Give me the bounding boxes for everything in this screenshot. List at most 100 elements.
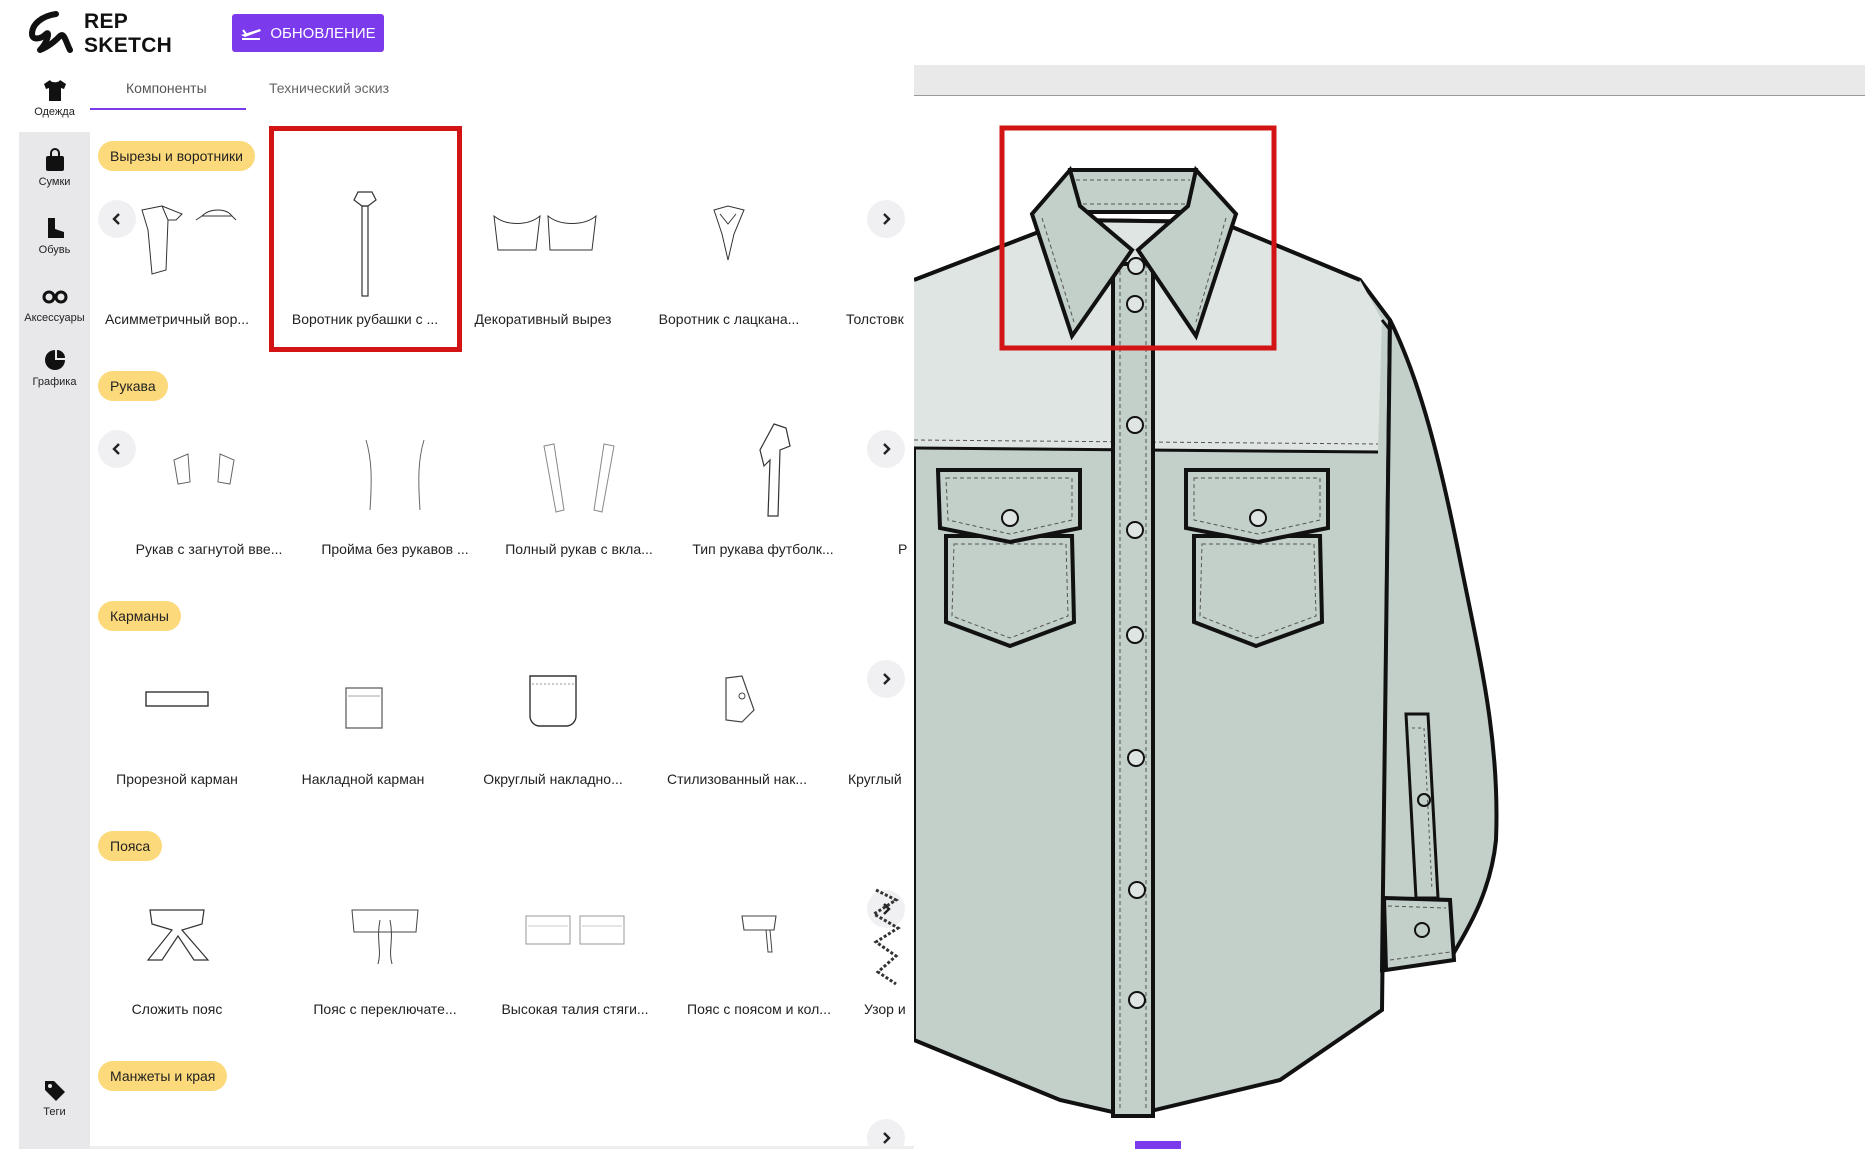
stylized-pocket-sketch [725, 675, 755, 723]
component-thumbnail [92, 875, 262, 995]
component-label: Высокая талия стяги... [501, 1001, 649, 1017]
component-label: Пояс с поясом и кол... [687, 1001, 831, 1017]
bag-icon [45, 148, 64, 171]
component-item[interactable]: Сложить пояс [92, 855, 262, 1035]
decorative-neckline-sketch [493, 214, 597, 251]
component-thumbnail [644, 185, 814, 305]
component-thumbnail [300, 875, 470, 995]
component-label: Тип рукава футболк... [692, 541, 834, 557]
component-label: Стилизованный нак... [667, 771, 807, 787]
component-item[interactable]: Рукав с загнутой вве... [124, 395, 294, 575]
tag-icon [44, 1081, 65, 1101]
drawstring-belt-sketch [351, 909, 419, 965]
component-label: Пройма без рукавов ... [321, 541, 469, 557]
component-label: Асимметричный вор... [104, 311, 250, 327]
component-label: Толстовк [846, 311, 904, 327]
component-thumbnail [92, 645, 262, 765]
component-item[interactable]: Толстовк [828, 165, 906, 345]
boot-icon [47, 218, 64, 238]
update-button-label: ОБНОВЛЕНИЕ [270, 24, 376, 42]
component-label: Декоративный вырез [474, 311, 612, 327]
palette-icon [44, 350, 65, 370]
component-item[interactable]: Округлый накладно... [468, 625, 638, 805]
rail-item-label: Аксессуары [24, 312, 85, 324]
component-thumbnail [458, 185, 628, 305]
component-item[interactable]: Декоративный вырез [458, 165, 628, 345]
rail-item-shoes[interactable]: Обувь [19, 216, 90, 256]
component-thumbnail [310, 415, 480, 535]
component-label: Полный рукав с вкла... [505, 541, 653, 557]
update-button[interactable]: ОБНОВЛЕНИЕ [232, 14, 384, 52]
tab-components[interactable]: Компоненты [126, 80, 207, 96]
logo-line-2: SKETCH [84, 34, 173, 57]
full-sleeve-sketch [543, 443, 615, 513]
chevron-left-icon [112, 443, 120, 455]
component-label: Пояс с переключате... [313, 1001, 457, 1017]
app-logo[interactable]: REP SKETCH [26, 10, 172, 58]
component-item[interactable]: Воротник с лацкана... [644, 165, 814, 345]
carousel-next-button[interactable] [867, 1119, 905, 1149]
lapel-collar-sketch [713, 205, 745, 261]
component-label: Круглый [848, 771, 902, 787]
component-item[interactable]: Накладной карман [278, 625, 448, 805]
folded-belt-sketch [146, 909, 210, 961]
logo-line-1: REP [84, 10, 129, 33]
rounded-patch-pocket-sketch [529, 675, 577, 727]
rail-item-bags[interactable]: Сумки [19, 148, 90, 188]
active-tab-underline [90, 108, 246, 110]
component-label: Воротник с лацкана... [658, 311, 800, 327]
tab-tech-sketch[interactable]: Технический эскиз [269, 80, 389, 96]
component-item[interactable]: Высокая талия стяги... [490, 855, 660, 1035]
component-label: Рукав с загнутой вве... [135, 541, 283, 557]
tshirt-sleeve-sketch [759, 423, 791, 517]
component-label: Прорезной карман [116, 771, 238, 787]
logo-text: REP SKETCH [84, 10, 172, 58]
component-item[interactable]: Пояс с поясом и кол... [674, 855, 844, 1035]
selected-item-highlight [269, 126, 462, 352]
tshirt-icon [43, 80, 66, 101]
component-thumbnail [678, 415, 848, 535]
rail-item-label: Графика [32, 376, 77, 388]
canvas-toolbar [914, 65, 1865, 96]
component-item[interactable]: Асимметричный вор... [92, 165, 262, 345]
component-item[interactable]: Узор и [828, 855, 906, 1035]
component-item[interactable]: Круглый [828, 625, 906, 805]
rail-item-label: Обувь [38, 244, 71, 256]
component-thumbnail [674, 875, 844, 995]
component-label: Округлый накладно... [483, 771, 623, 787]
section-pill-cuffs: Манжеты и края [98, 1061, 228, 1091]
plane-icon [241, 29, 262, 40]
component-thumbnail [828, 875, 906, 995]
component-thumbnail [92, 185, 262, 305]
component-item[interactable]: Полный рукав с вкла... [494, 395, 664, 575]
high-waist-belt-sketch [525, 915, 625, 945]
patch-pocket-sketch [345, 687, 383, 729]
pattern-sketch [871, 888, 901, 986]
component-thumbnail [652, 645, 822, 765]
belt-with-ring-sketch [741, 915, 777, 953]
rail-item-clothing[interactable]: Одежда [19, 78, 90, 118]
component-item[interactable]: Прорезной карман [92, 625, 262, 805]
sketch-canvas[interactable] [914, 96, 1865, 1149]
component-label: Накладной карман [301, 771, 425, 787]
component-item[interactable]: Пройма без рукавов ... [310, 395, 480, 575]
cuffed-sleeve-sketch [173, 453, 235, 485]
component-item[interactable]: Стилизованный нак... [652, 625, 822, 805]
logo-mark-icon [29, 11, 73, 53]
component-thumbnail [494, 415, 664, 535]
component-label: Узор и [864, 1001, 906, 1017]
rail-item-accessories[interactable]: Аксессуары [19, 284, 90, 324]
rail-item-tags[interactable]: Теги [19, 1078, 90, 1118]
component-label: Сложить пояс [131, 1001, 223, 1017]
component-item[interactable]: Тип рукава футболк... [678, 395, 848, 575]
component-item[interactable]: Р [880, 395, 908, 575]
component-item[interactable]: Пояс с переключате... [300, 855, 470, 1035]
component-thumbnail [278, 645, 448, 765]
rail-item-label: Теги [43, 1106, 66, 1118]
component-label: Р [898, 541, 908, 557]
sleeveless-armhole-sketch [365, 439, 425, 511]
welt-pocket-sketch [145, 691, 209, 707]
asymmetric-collar-sketch [141, 205, 237, 275]
rail-item-graphics[interactable]: Графика [19, 348, 90, 388]
canvas-page-indicator[interactable] [1135, 1141, 1181, 1149]
